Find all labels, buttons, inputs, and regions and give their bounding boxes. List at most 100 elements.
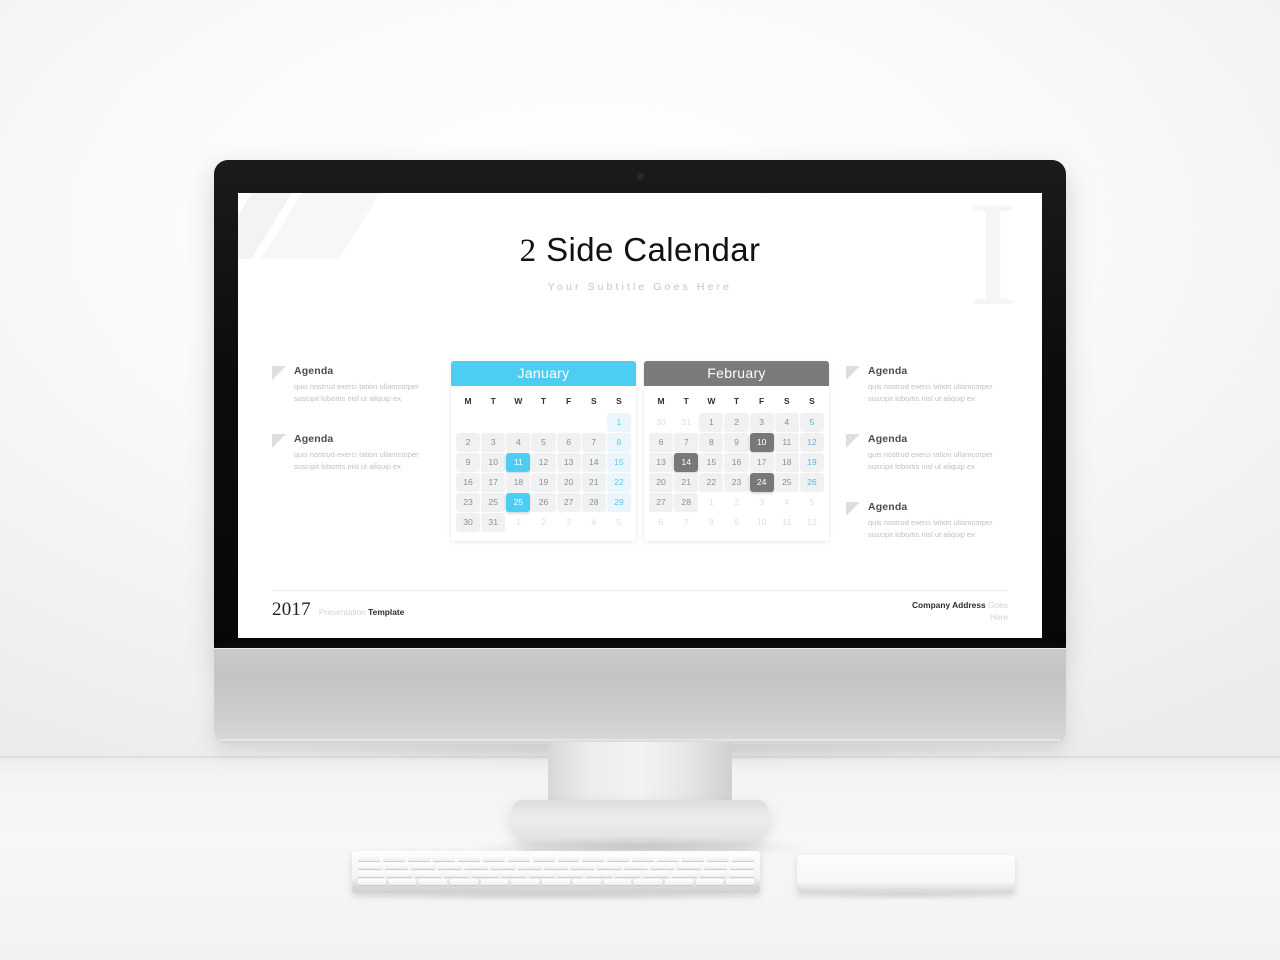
calendar-day-cell[interactable]: 6 <box>556 433 581 452</box>
keyboard-key[interactable] <box>557 855 580 861</box>
calendar-day-cell[interactable]: 30 <box>456 513 481 532</box>
calendar-day-cell[interactable]: 20 <box>556 473 581 492</box>
keyboard-key[interactable] <box>480 879 509 885</box>
calendar-day-cell[interactable]: 17 <box>481 473 506 492</box>
keyboard-key[interactable] <box>407 855 430 861</box>
keyboard-key[interactable] <box>472 871 498 877</box>
calendar-day-cell-adjacent-month[interactable]: 2 <box>531 513 555 532</box>
keyboard-key[interactable] <box>384 863 409 869</box>
calendar-day-cell[interactable]: 29 <box>606 493 631 512</box>
calendar-day-cell[interactable]: 23 <box>724 473 749 492</box>
keyboard-key[interactable] <box>358 863 382 869</box>
keyboard-key[interactable] <box>482 855 505 861</box>
calendar-day-cell-adjacent-month[interactable]: 30 <box>649 413 673 432</box>
keyboard-key[interactable] <box>443 871 469 877</box>
calendar-day-cell[interactable]: 2 <box>724 413 749 432</box>
keyboard-key[interactable] <box>730 863 754 869</box>
calendar-day-cell-adjacent-month[interactable]: 1 <box>699 493 723 512</box>
keyboard-key[interactable] <box>500 871 526 877</box>
calendar-day-cell[interactable]: 3 <box>749 413 774 432</box>
keyboard-key[interactable] <box>582 855 605 861</box>
keyboard-key[interactable] <box>419 879 448 885</box>
keyboard-key[interactable] <box>511 879 540 885</box>
keyboard-key[interactable] <box>677 863 701 869</box>
calendar-day-cell[interactable]: 1 <box>699 413 724 432</box>
calendar-day-cell[interactable]: 11 <box>774 433 799 452</box>
trackpad[interactable] <box>797 855 1015 893</box>
keyboard-key[interactable] <box>700 871 726 877</box>
keyboard-key[interactable] <box>695 879 724 885</box>
keyboard-key[interactable] <box>732 855 754 861</box>
keyboard-key[interactable] <box>432 855 455 861</box>
calendar-day-cell[interactable]: 15 <box>606 453 631 472</box>
keyboard-key[interactable] <box>614 871 640 877</box>
calendar-day-cell[interactable]: 26 <box>799 473 824 492</box>
keyboard-key[interactable] <box>464 863 488 869</box>
calendar-day-cell[interactable]: 16 <box>724 453 749 472</box>
keyboard-key[interactable] <box>457 855 480 861</box>
keyboard-key[interactable] <box>572 879 601 885</box>
keyboard-key[interactable] <box>570 863 595 869</box>
calendar-day-cell[interactable]: 27 <box>649 493 674 512</box>
calendar-day-cell[interactable]: 28 <box>581 493 606 512</box>
calendar-day-cell[interactable]: 22 <box>606 473 631 492</box>
calendar-day-cell-adjacent-month[interactable]: 11 <box>775 513 799 532</box>
keyboard-key[interactable] <box>632 855 655 861</box>
calendar-day-cell-adjacent-month[interactable]: 1 <box>506 513 530 532</box>
calendar-day-cell-adjacent-month[interactable]: 31 <box>674 413 698 432</box>
calendar-day-cell-selected[interactable]: 10 <box>749 433 774 452</box>
keyboard-key[interactable] <box>529 871 555 877</box>
keyboard-key[interactable] <box>703 863 728 869</box>
calendar-day-cell[interactable]: 4 <box>506 433 531 452</box>
calendar-day-cell-selected[interactable]: 25 <box>506 493 531 512</box>
calendar-day-cell[interactable]: 5 <box>531 433 556 452</box>
calendar-day-cell[interactable]: 9 <box>724 433 749 452</box>
calendar-day-cell[interactable]: 9 <box>456 453 481 472</box>
calendar-day-cell[interactable]: 26 <box>531 493 556 512</box>
calendar-day-cell[interactable]: 18 <box>774 453 799 472</box>
calendar-day-cell[interactable]: 23 <box>456 493 481 512</box>
keyboard-key[interactable] <box>544 863 568 869</box>
keyboard-key[interactable] <box>358 879 386 885</box>
calendar-day-cell[interactable]: 5 <box>799 413 824 432</box>
keyboard-key[interactable] <box>382 855 405 861</box>
keyboard-key[interactable] <box>415 871 441 877</box>
keyboard-key[interactable] <box>532 855 555 861</box>
calendar-day-cell[interactable]: 27 <box>556 493 581 512</box>
calendar-day-cell[interactable]: 19 <box>799 453 824 472</box>
calendar-day-cell-adjacent-month[interactable]: 7 <box>674 513 698 532</box>
calendar-day-cell[interactable]: 2 <box>456 433 481 452</box>
keyboard-key[interactable] <box>597 863 621 869</box>
presentation-slide[interactable]: I 2 Side Calendar Your Subtitle Goes Her… <box>238 193 1042 638</box>
calendar-day-cell-adjacent-month[interactable]: 9 <box>724 513 748 532</box>
keyboard-key[interactable] <box>490 863 515 869</box>
keyboard-key[interactable] <box>643 871 669 877</box>
keyboard-key[interactable] <box>728 871 754 877</box>
calendar-day-cell[interactable]: 7 <box>581 433 606 452</box>
calendar-day-cell-adjacent-month[interactable]: 5 <box>800 493 824 512</box>
calendar-day-cell[interactable]: 6 <box>649 433 674 452</box>
keyboard-key[interactable] <box>388 879 417 885</box>
calendar-day-cell-adjacent-month[interactable]: 12 <box>800 513 824 532</box>
calendar-january[interactable]: January M T W T F S S 1 2 3 4 5 6 7 8 9 10 11 12 13 14 15 16 17 1… <box>451 361 636 541</box>
keyboard-key[interactable] <box>726 879 754 885</box>
keyboard-key[interactable] <box>411 863 435 869</box>
keyboard-key[interactable] <box>386 871 412 877</box>
calendar-day-cell[interactable]: 10 <box>481 453 506 472</box>
keyboard-key[interactable] <box>603 879 632 885</box>
keyboard-key[interactable] <box>358 855 380 861</box>
calendar-day-cell[interactable]: 8 <box>606 433 631 452</box>
calendar-day-cell[interactable]: 21 <box>674 473 699 492</box>
calendar-day-cell[interactable]: 12 <box>799 433 824 452</box>
calendar-day-cell[interactable]: 25 <box>481 493 506 512</box>
calendar-day-cell-adjacent-month[interactable]: 8 <box>699 513 723 532</box>
calendar-day-cell[interactable]: 13 <box>649 453 674 472</box>
calendar-day-cell-selected[interactable]: 14 <box>674 453 699 472</box>
calendar-day-cell[interactable]: 17 <box>749 453 774 472</box>
calendar-day-cell-adjacent-month[interactable]: 3 <box>750 493 774 512</box>
calendar-day-cell[interactable]: 20 <box>649 473 674 492</box>
calendar-day-cell[interactable]: 28 <box>674 493 699 512</box>
keyboard-key[interactable] <box>586 871 612 877</box>
keyboard[interactable] <box>352 851 760 893</box>
keyboard-key[interactable] <box>664 879 693 885</box>
